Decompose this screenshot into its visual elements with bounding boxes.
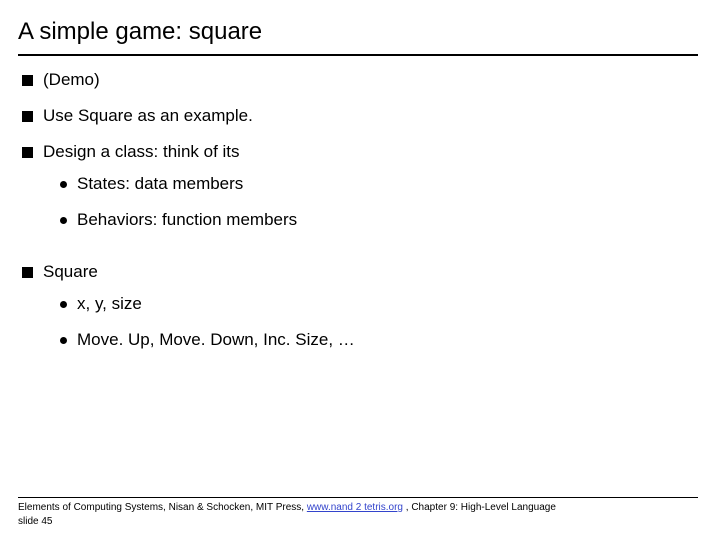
sub-bullet-item: Move. Up, Move. Down, Inc. Size, … [60,330,698,350]
sub-bullet-text: States: data members [77,174,243,194]
dot-bullet-icon [60,181,67,188]
footer-text-pre: Elements of Computing Systems, Nisan & S… [18,502,307,513]
dot-bullet-icon [60,217,67,224]
slide-title: A simple game: square [18,18,698,52]
square-bullet-icon [22,111,33,122]
square-bullet-icon [22,75,33,86]
bullet-text: (Demo) [43,70,100,90]
footer-link[interactable]: www.nand 2 tetris.org [307,502,403,513]
square-bullet-icon [22,147,33,158]
bullet-text: Design a class: think of its [43,142,240,162]
slide: A simple game: square (Demo) Use Square … [0,0,720,540]
bullet-text: Use Square as an example. [43,106,253,126]
square-bullet-icon [22,267,33,278]
bullet-item: Design a class: think of its States: dat… [18,142,698,246]
sub-bullet-list: x, y, size Move. Up, Move. Down, Inc. Si… [22,282,698,366]
footer-slide-number: slide 45 [18,515,698,529]
sub-bullet-item: Behaviors: function members [60,210,698,230]
sub-bullet-text: Behaviors: function members [77,210,297,230]
sub-bullet-item: x, y, size [60,294,698,314]
bullet-text: Square [43,262,98,282]
sub-bullet-text: x, y, size [77,294,142,314]
sub-bullet-list: States: data members Behaviors: function… [22,162,698,246]
bullet-item: Use Square as an example. [18,106,698,126]
footer-text-post: , Chapter 9: High-Level Language [406,502,556,513]
dot-bullet-icon [60,337,67,344]
sub-bullet-item: States: data members [60,174,698,194]
bullet-item: (Demo) [18,70,698,90]
sub-bullet-text: Move. Up, Move. Down, Inc. Size, … [77,330,355,350]
bullet-item: Square x, y, size Move. Up, Move. Down, … [18,262,698,366]
footer: Elements of Computing Systems, Nisan & S… [18,497,698,528]
footer-divider [18,497,698,498]
footer-line1: Elements of Computing Systems, Nisan & S… [18,501,698,515]
title-divider [18,54,698,56]
bullet-list: (Demo) Use Square as an example. Design … [18,70,698,366]
dot-bullet-icon [60,301,67,308]
